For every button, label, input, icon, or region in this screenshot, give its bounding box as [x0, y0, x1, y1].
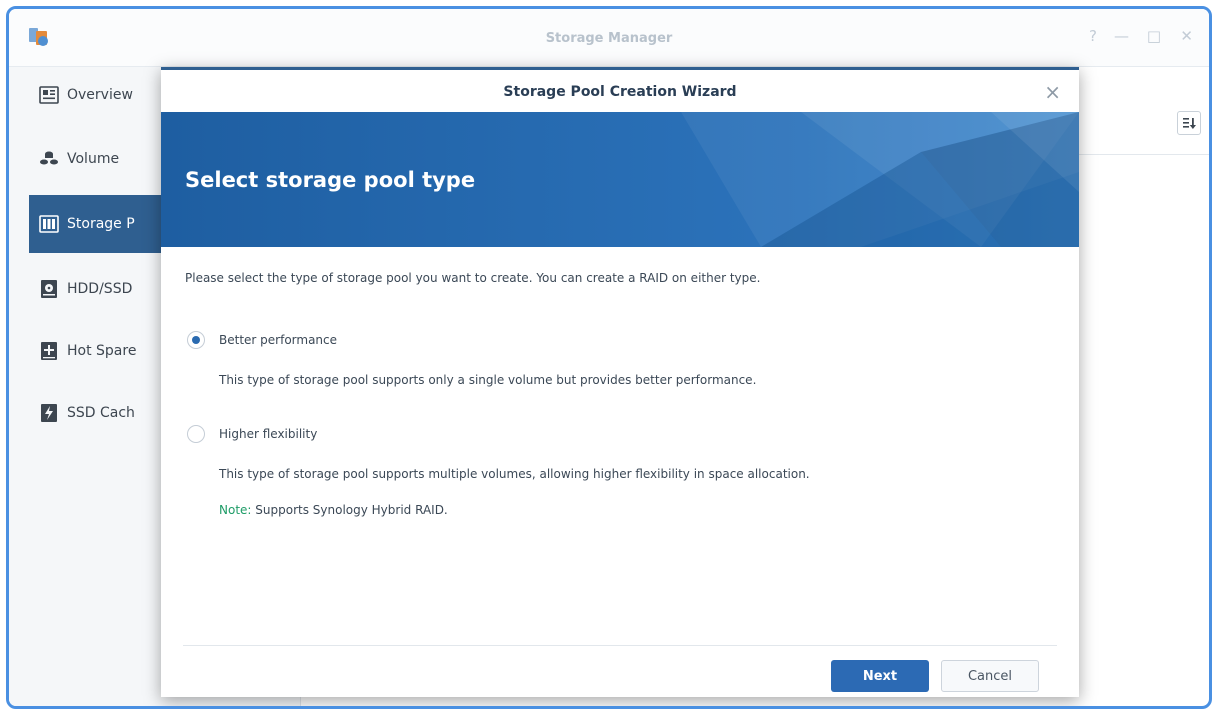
radio-better-performance[interactable] [187, 331, 205, 349]
dialog-title: Storage Pool Creation Wizard [503, 84, 737, 100]
app-title: Storage Manager [545, 31, 673, 46]
close-window-icon[interactable]: ✕ [1180, 28, 1193, 44]
option-label: Better performance [219, 333, 338, 347]
note-line: Note: Supports Synology Hybrid RAID. [219, 503, 448, 517]
wizard-heading: Select storage pool type [185, 168, 476, 192]
sidebar-item-label: HDD/SSD [67, 281, 133, 297]
hdd-icon [41, 280, 57, 298]
maximize-icon[interactable]: □ [1147, 28, 1161, 44]
sidebar-item-label: Volume [67, 151, 120, 167]
option-description: This type of storage pool supports only … [219, 373, 757, 387]
option-label: Higher flexibility [219, 427, 318, 441]
storage-pool-icon [39, 215, 59, 233]
intro-text: Please select the type of storage pool y… [185, 271, 761, 285]
help-icon[interactable]: ? [1089, 28, 1097, 44]
minimize-icon[interactable]: — [1114, 28, 1129, 44]
sort-button[interactable] [1177, 111, 1201, 135]
next-button[interactable]: Next [831, 660, 929, 692]
sort-icon [1183, 118, 1196, 129]
volume-icon [40, 151, 58, 165]
storage-pool-wizard-dialog: Storage Pool Creation Wizard × Select st… [161, 67, 1079, 697]
ssd-cache-icon [41, 404, 57, 422]
option-higher-flexibility[interactable]: Higher flexibility [187, 425, 317, 443]
option-description: This type of storage pool supports multi… [219, 467, 810, 481]
overview-icon [39, 86, 59, 104]
app-titlebar: Storage Manager ? — □ ✕ [9, 9, 1209, 67]
option-better-performance[interactable]: Better performance [187, 331, 337, 349]
hot-spare-icon [41, 342, 57, 360]
cancel-button[interactable]: Cancel [941, 660, 1039, 692]
note-label: Note: [219, 503, 252, 517]
wizard-banner: Select storage pool type [161, 112, 1079, 247]
sidebar-item-label: Overview [67, 87, 133, 103]
footer-divider [183, 645, 1057, 646]
note-text: Supports Synology Hybrid RAID. [251, 503, 448, 517]
radio-higher-flexibility[interactable] [187, 425, 205, 443]
close-icon[interactable]: × [1044, 80, 1061, 104]
sidebar-item-label: Hot Spare [67, 343, 137, 359]
dialog-titlebar: Storage Pool Creation Wizard × [161, 70, 1079, 112]
sidebar-item-label: Storage P [67, 216, 135, 232]
screenshot-frame: Storage Manager ? — □ ✕ Overview Volume … [6, 6, 1212, 709]
sidebar-item-label: SSD Cach [67, 405, 135, 421]
